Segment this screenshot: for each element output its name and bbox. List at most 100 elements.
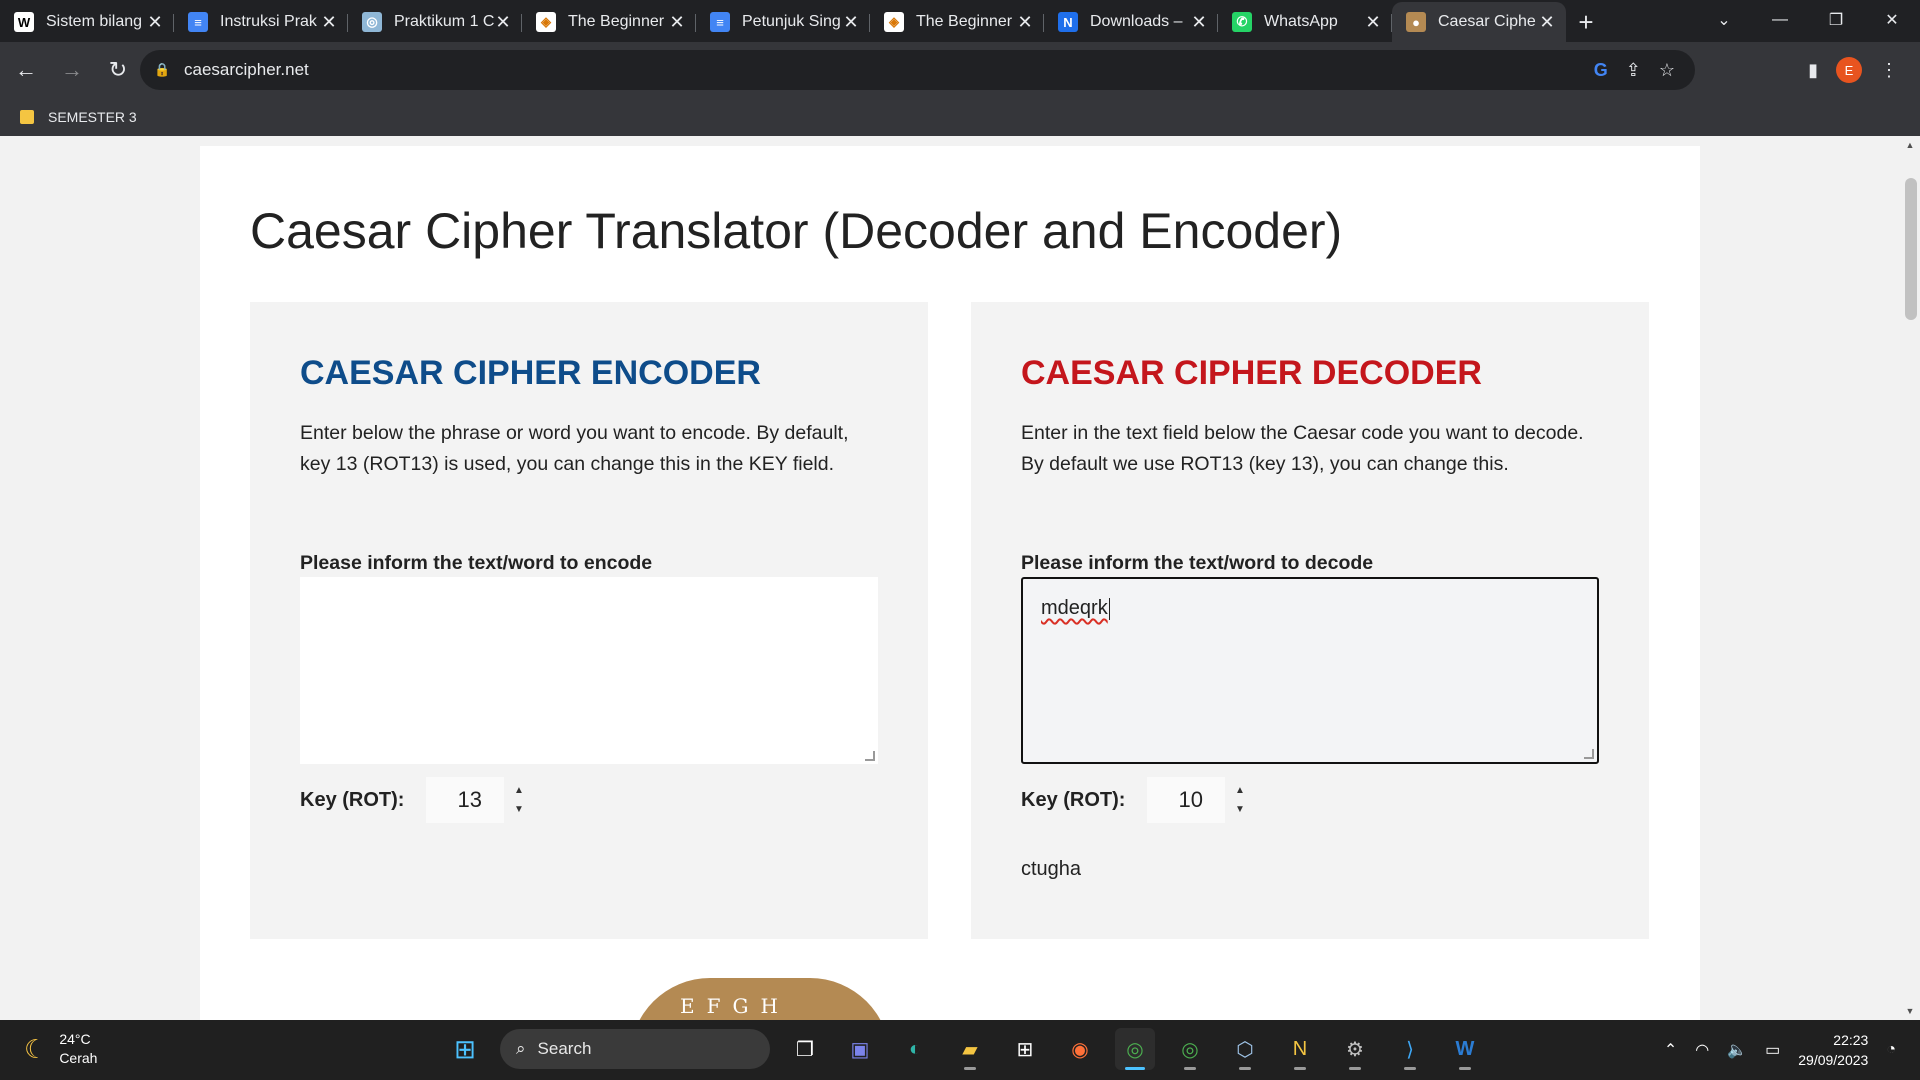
word-icon[interactable]: W <box>1445 1028 1485 1070</box>
tab-close-icon[interactable]: ✕ <box>146 12 164 33</box>
browser-tab[interactable]: ◎ Praktikum 1 C ✕ <box>348 2 522 42</box>
tab-close-icon[interactable]: ✕ <box>1016 12 1034 33</box>
browser-tab[interactable]: N Downloads – ✕ <box>1044 2 1218 42</box>
browser-tab[interactable]: ✆ WhatsApp ✕ <box>1218 2 1392 42</box>
address-bar[interactable]: 🔒 caesarcipher.net G ⇪ ☆ <box>140 50 1695 90</box>
close-window-button[interactable]: ✕ <box>1864 0 1920 40</box>
weather-widget[interactable]: ☾ 24°C Cerah <box>24 1030 97 1068</box>
encoder-key-input[interactable]: 13 ▲ ▼ <box>426 777 524 823</box>
url-text: caesarcipher.net <box>184 60 309 79</box>
file-explorer-icon[interactable]: ▰ <box>950 1028 990 1070</box>
notes-app-icon[interactable]: N <box>1280 1028 1320 1070</box>
battery-icon[interactable]: ▭ <box>1765 1040 1780 1060</box>
tab-close-icon[interactable]: ✕ <box>1190 12 1208 33</box>
tab-close-icon[interactable]: ✕ <box>1538 12 1556 33</box>
browser-tab[interactable]: ◈ The Beginner ✕ <box>870 2 1044 42</box>
weather-condition: Cerah <box>59 1050 98 1066</box>
page-scrollbar[interactable]: ▲ ▼ <box>1900 136 1920 1020</box>
back-button[interactable]: ← <box>6 50 46 90</box>
tab-title: Instruksi Prak <box>220 13 317 30</box>
windows-taskbar: ☾ 24°C Cerah ⊞ ⌕ Search ❐ ▣ ◐ ▰ ⊞ ◉ ◎ ◎ … <box>0 1020 1920 1080</box>
page-viewport: Caesar Cipher Translator (Decoder and En… <box>0 136 1920 1020</box>
encoder-heading: CAESAR CIPHER ENCODER <box>300 354 761 392</box>
encoder-key-row: Key (ROT): 13 ▲ ▼ <box>300 777 524 823</box>
clock-time: 22:23 <box>1833 1032 1869 1048</box>
scrollbar-thumb[interactable] <box>1905 178 1917 320</box>
bookmark-folder-semester[interactable]: SEMESTER 3 <box>48 109 137 125</box>
new-tab-button[interactable]: + <box>1566 2 1606 42</box>
share-icon[interactable]: ⇪ <box>1626 60 1641 81</box>
teams-chat-icon[interactable]: ▣ <box>840 1028 880 1070</box>
browser-tab[interactable]: ◈ The Beginner ✕ <box>522 2 696 42</box>
taskbar-apps: ⊞ ⌕ Search ❐ ▣ ◐ ▰ ⊞ ◉ ◎ ◎ ⬡ N ⚙ ⟩ W <box>445 1028 1485 1070</box>
browser-toolbar: ← → ↻ 🔒 caesarcipher.net G ⇪ ☆ ▮ E ⋮ <box>0 42 1920 98</box>
virtualbox-icon[interactable]: ⬡ <box>1225 1028 1265 1070</box>
chevron-up-icon[interactable]: ⌃ <box>1664 1040 1677 1060</box>
settings-gear-icon[interactable]: ⚙ <box>1335 1028 1375 1070</box>
scroll-up-icon[interactable]: ▲ <box>1900 140 1920 150</box>
tab-close-icon[interactable]: ✕ <box>494 12 512 33</box>
tab-search-icon[interactable]: ⌄ <box>1696 0 1752 40</box>
decoder-panel: CAESAR CIPHER DECODER Enter in the text … <box>971 302 1649 939</box>
spin-down-icon[interactable]: ▼ <box>1233 800 1247 819</box>
reload-button[interactable]: ↻ <box>98 50 138 90</box>
google-icon[interactable]: G <box>1594 60 1608 81</box>
restore-button[interactable]: ❐ <box>1808 0 1864 40</box>
scroll-down-icon[interactable]: ▼ <box>1900 1006 1920 1016</box>
decoder-key-input[interactable]: 10 ▲ ▼ <box>1147 777 1245 823</box>
tab-favicon-icon: ● <box>1406 12 1426 32</box>
tab-close-icon[interactable]: ✕ <box>320 12 338 33</box>
tab-title: The Beginner <box>568 13 665 30</box>
tab-title: Petunjuk Sing <box>742 13 841 30</box>
tab-favicon-icon: ◎ <box>362 12 382 32</box>
clock[interactable]: 22:23 29/09/2023 <box>1798 1030 1868 1070</box>
encoder-panel: CAESAR CIPHER ENCODER Enter below the ph… <box>250 302 928 939</box>
decoder-text: mdeqrk <box>1041 597 1108 619</box>
browser-tab[interactable]: ≡ Instruksi Prak ✕ <box>174 2 348 42</box>
spin-up-icon[interactable]: ▲ <box>1233 781 1247 800</box>
tab-favicon-icon: W <box>14 12 34 32</box>
resize-handle-icon[interactable] <box>1584 749 1594 759</box>
spin-up-icon[interactable]: ▲ <box>512 781 526 800</box>
taskbar-search[interactable]: ⌕ Search <box>500 1029 770 1069</box>
window-controls: ⌄ — ❐ ✕ <box>1696 0 1920 40</box>
bookmark-star-icon[interactable]: ☆ <box>1659 60 1675 81</box>
tab-favicon-icon: ≡ <box>188 12 208 32</box>
profile-avatar[interactable]: E <box>1836 57 1862 83</box>
vscode-icon[interactable]: ⟩ <box>1390 1028 1430 1070</box>
wifi-icon[interactable]: ◠ <box>1695 1040 1709 1060</box>
chrome-icon[interactable]: ◎ <box>1115 1028 1155 1070</box>
menu-icon[interactable]: ⋮ <box>1880 60 1898 81</box>
tab-favicon-icon: ◈ <box>884 12 904 32</box>
decoder-textarea[interactable]: mdeqrk <box>1021 577 1599 764</box>
browser-tab[interactable]: W Sistem bilang ✕ <box>0 2 174 42</box>
task-view-icon[interactable]: ❐ <box>785 1028 825 1070</box>
forward-button[interactable]: → <box>52 50 92 90</box>
microsoft-store-icon[interactable]: ⊞ <box>1005 1028 1045 1070</box>
chrome-profile-icon[interactable]: ◎ <box>1170 1028 1210 1070</box>
browser-tab[interactable]: ≡ Petunjuk Sing ✕ <box>696 2 870 42</box>
minimize-button[interactable]: — <box>1752 0 1808 40</box>
browser-tab[interactable]: ● Caesar Ciphe ✕ <box>1392 2 1566 42</box>
encoder-key-spinner[interactable]: ▲ ▼ <box>512 781 526 819</box>
tab-list: W Sistem bilang ✕ ≡ Instruksi Prak ✕ ◎ Praktiku… <box>0 2 1566 42</box>
decoder-key-value: 10 <box>1178 787 1203 812</box>
tab-close-icon[interactable]: ✕ <box>1364 12 1382 33</box>
notification-icon[interactable]: ◔ <box>1886 1041 1896 1059</box>
edge-icon[interactable]: ◐ <box>895 1028 935 1070</box>
firefox-icon[interactable]: ◉ <box>1060 1028 1100 1070</box>
start-button[interactable]: ⊞ <box>445 1028 485 1070</box>
decoder-key-spinner[interactable]: ▲ ▼ <box>1233 781 1247 819</box>
resize-handle-icon[interactable] <box>865 751 875 761</box>
tab-title: Sistem bilang <box>46 13 143 30</box>
spin-down-icon[interactable]: ▼ <box>512 800 526 819</box>
volume-icon[interactable]: 🔈 <box>1727 1040 1747 1060</box>
toolbar-right: ▮ E ⋮ <box>1808 50 1920 90</box>
tab-close-icon[interactable]: ✕ <box>842 12 860 33</box>
lock-icon[interactable]: 🔒 <box>154 62 170 78</box>
encoder-textarea[interactable] <box>300 577 878 764</box>
encoder-input-label: Please inform the text/word to encode <box>300 552 653 574</box>
tab-close-icon[interactable]: ✕ <box>668 12 686 33</box>
clock-date: 29/09/2023 <box>1798 1052 1869 1068</box>
side-panel-icon[interactable]: ▮ <box>1808 60 1818 81</box>
